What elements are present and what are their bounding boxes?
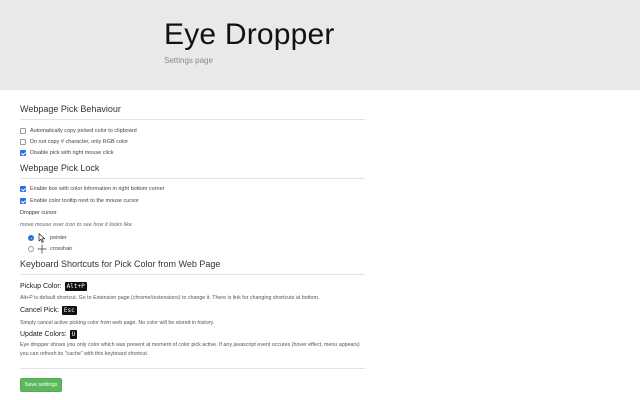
shortcut-key-badge: Alt+P [64, 282, 87, 291]
shortcut-pickup-description: Alt+P is default shortcut. Go to Extensi… [20, 295, 320, 301]
page-subtitle: Settings page [164, 56, 213, 65]
shortcut-key-badge: U [69, 330, 78, 339]
option-label: Enable box with color information in rig… [30, 186, 165, 192]
shortcut-label: Pickup Color: [20, 283, 62, 290]
cursor-option-label: pointer [50, 235, 67, 241]
section-divider [20, 178, 365, 179]
shortcut-label: Cancel Pick: [20, 307, 59, 314]
option-copy-to-clipboard[interactable]: Automatically copy picked color to clipb… [20, 128, 137, 134]
shortcut-key-badge: Esc [61, 306, 77, 315]
checkbox[interactable] [20, 150, 26, 156]
option-no-hash-character[interactable]: Do not copy # character, only RGB color [20, 139, 128, 145]
shortcut-update-description: Eye dropper shows you only color which w… [20, 342, 360, 357]
option-label: Do not copy # character, only RGB color [30, 139, 129, 145]
option-enable-tooltip[interactable]: Enable color tooltip next to the mouse c… [20, 198, 139, 204]
section-divider [20, 119, 365, 120]
checkbox[interactable] [20, 198, 26, 204]
checkbox[interactable] [20, 128, 26, 134]
section-divider [20, 274, 365, 275]
radio-button[interactable] [28, 246, 34, 252]
pointer-cursor-icon[interactable] [37, 233, 47, 243]
option-label: Automatically copy picked color to clipb… [30, 128, 137, 134]
section-title-keyboard-shortcuts: Keyboard Shortcuts for Pick Color from W… [20, 259, 221, 269]
option-enable-info-box[interactable]: Enable box with color information in rig… [20, 186, 165, 192]
dropper-cursor-label: Dropper cursor [20, 210, 57, 216]
option-label: Enable color tooltip next to the mouse c… [30, 198, 139, 204]
section-title-pick-behaviour: Webpage Pick Behaviour [20, 104, 121, 114]
page-title: Eye Dropper [164, 18, 335, 51]
crosshair-cursor-icon[interactable] [37, 244, 47, 254]
shortcut-cancel-title: Cancel Pick: Esc [20, 306, 77, 315]
section-divider [20, 368, 365, 369]
radio-button[interactable] [28, 235, 34, 241]
shortcut-pickup-title: Pickup Color: Alt+P [20, 282, 87, 291]
dropper-cursor-hint: move mouse over icon to see how it looks… [20, 222, 132, 228]
cursor-option-crosshair[interactable]: crosshair [28, 244, 72, 254]
page-header: Eye Dropper Settings page [0, 0, 640, 90]
shortcut-label: Update Colors: [20, 331, 67, 338]
shortcut-cancel-description: Simply cancel active picking color from … [20, 320, 215, 326]
cursor-option-pointer[interactable]: pointer [28, 233, 67, 243]
section-title-pick-lock: Webpage Pick Lock [20, 163, 100, 173]
shortcut-update-title: Update Colors: U [20, 330, 78, 339]
save-settings-button[interactable]: Save settings [20, 378, 62, 392]
checkbox[interactable] [20, 139, 26, 145]
option-label: Disable pick with right mouse click [30, 150, 114, 156]
cursor-option-label: crosshair [50, 246, 73, 252]
checkbox[interactable] [20, 186, 26, 192]
option-disable-right-click[interactable]: Disable pick with right mouse click [20, 150, 113, 156]
